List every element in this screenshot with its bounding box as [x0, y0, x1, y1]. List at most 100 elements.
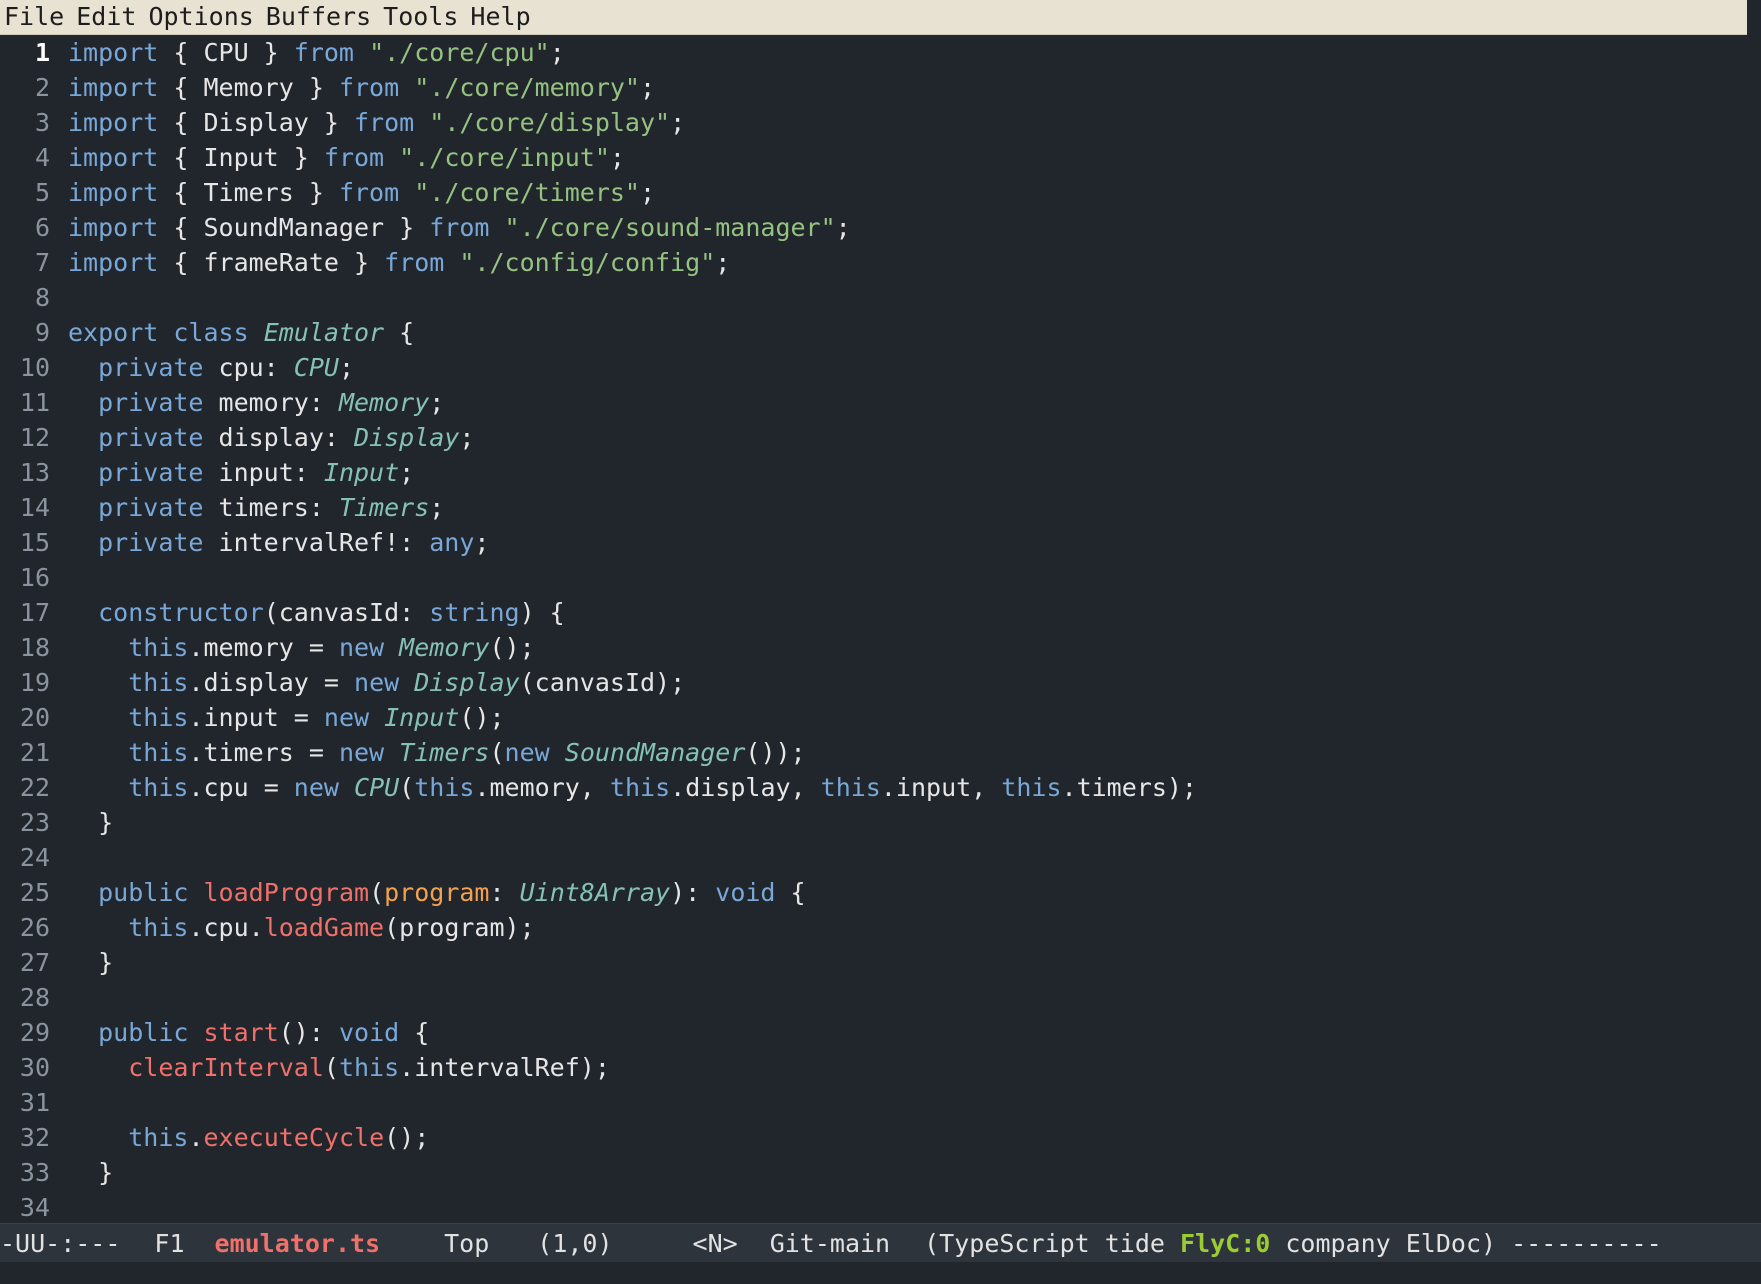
code-token: private	[98, 458, 204, 487]
code-text[interactable]	[50, 980, 68, 1015]
code-text[interactable]: this.cpu.loadGame(program);	[50, 910, 534, 945]
modeline-modes-close[interactable]: company ElDoc)	[1270, 1229, 1496, 1258]
modeline-modes-open[interactable]: (TypeScript tide	[924, 1229, 1180, 1258]
code-text[interactable]: import { frameRate } from "./config/conf…	[50, 245, 730, 280]
code-text[interactable]: this.executeCycle();	[50, 1120, 429, 1155]
code-line[interactable]: 34	[0, 1190, 1761, 1223]
code-line[interactable]: 14 private timers: Timers;	[0, 490, 1761, 525]
code-line[interactable]: 26 this.cpu.loadGame(program);	[0, 910, 1761, 945]
menu-item-help[interactable]: Help	[466, 0, 538, 34]
modeline-buffer-name[interactable]: emulator.ts	[215, 1229, 381, 1258]
code-line[interactable]: 18 this.memory = new Memory();	[0, 630, 1761, 665]
code-text[interactable]: import { Input } from "./core/input";	[50, 140, 625, 175]
menu-item-edit[interactable]: Edit	[72, 0, 144, 34]
code-line[interactable]: 17 constructor(canvasId: string) {	[0, 595, 1761, 630]
code-token: .memory,	[474, 773, 610, 802]
code-text[interactable]: private cpu: CPU;	[50, 350, 354, 385]
code-text[interactable]: constructor(canvasId: string) {	[50, 595, 565, 630]
code-line[interactable]: 29 public start(): void {	[0, 1015, 1761, 1050]
code-text[interactable]: private input: Input;	[50, 455, 414, 490]
menu-item-buffers[interactable]: Buffers	[262, 0, 379, 34]
code-token: "./config/config"	[459, 248, 716, 277]
line-number: 21	[19, 738, 50, 767]
code-text[interactable]: public start(): void {	[50, 1015, 429, 1050]
code-text[interactable]: import { Memory } from "./core/memory";	[50, 70, 655, 105]
code-line[interactable]: 11 private memory: Memory;	[0, 385, 1761, 420]
code-text[interactable]: import { CPU } from "./core/cpu";	[50, 35, 565, 70]
line-number: 5	[34, 178, 50, 207]
modeline-flycheck[interactable]: FlyC:0	[1180, 1229, 1270, 1258]
code-text[interactable]: private timers: Timers;	[50, 490, 444, 525]
menu-item-file[interactable]: File	[0, 0, 72, 34]
code-text[interactable]: }	[50, 945, 113, 980]
code-text[interactable]: import { SoundManager } from "./core/sou…	[50, 210, 851, 245]
code-line[interactable]: 7 import { frameRate } from "./config/con…	[0, 245, 1761, 280]
code-text[interactable]: private intervalRef!: any;	[50, 525, 489, 560]
code-token: void	[338, 1018, 400, 1047]
code-token: { SoundManager }	[158, 213, 430, 242]
echo-area[interactable]	[0, 1262, 1761, 1284]
code-token: (	[369, 878, 385, 907]
code-line[interactable]: 3 import { Display } from "./core/display…	[0, 105, 1761, 140]
code-token: .memory =	[188, 633, 339, 662]
modeline-vcs[interactable]: Git-main	[770, 1229, 890, 1258]
code-line[interactable]: 15 private intervalRef!: any;	[0, 525, 1761, 560]
code-text[interactable]: }	[50, 805, 113, 840]
code-line[interactable]: 33 }	[0, 1155, 1761, 1190]
line-number: 10	[19, 353, 50, 382]
code-line[interactable]: 1 import { CPU } from "./core/cpu";	[0, 35, 1761, 70]
code-text[interactable]	[50, 1190, 68, 1223]
code-text[interactable]: private memory: Memory;	[50, 385, 444, 420]
code-line[interactable]: 28	[0, 980, 1761, 1015]
code-line[interactable]: 9 export class Emulator {	[0, 315, 1761, 350]
code-text[interactable]: this.display = new Display(canvasId);	[50, 665, 685, 700]
code-line[interactable]: 12 private display: Display;	[0, 420, 1761, 455]
code-text[interactable]: private display: Display;	[50, 420, 474, 455]
code-text[interactable]	[50, 1085, 68, 1120]
code-text[interactable]	[50, 840, 68, 875]
code-text[interactable]: this.input = new Input();	[50, 700, 504, 735]
code-text[interactable]	[50, 280, 68, 315]
code-line[interactable]: 13 private input: Input;	[0, 455, 1761, 490]
code-line[interactable]: 20 this.input = new Input();	[0, 700, 1761, 735]
code-line[interactable]: 30 clearInterval(this.intervalRef);	[0, 1050, 1761, 1085]
menu-item-tools[interactable]: Tools	[379, 0, 466, 34]
code-line[interactable]: 31	[0, 1085, 1761, 1120]
code-text[interactable]: import { Display } from "./core/display"…	[50, 105, 685, 140]
code-text[interactable]: this.cpu = new CPU(this.memory, this.dis…	[50, 770, 1197, 805]
code-text[interactable]	[50, 560, 68, 595]
code-line[interactable]: 22 this.cpu = new CPU(this.memory, this.…	[0, 770, 1761, 805]
menu-item-options[interactable]: Options	[144, 0, 261, 34]
code-line[interactable]: 27 }	[0, 945, 1761, 980]
code-line[interactable]: 4 import { Input } from "./core/input";	[0, 140, 1761, 175]
code-line[interactable]: 8	[0, 280, 1761, 315]
code-text[interactable]: }	[50, 1155, 113, 1190]
code-text[interactable]: public loadProgram(program: Uint8Array):…	[50, 875, 805, 910]
code-line[interactable]: 24	[0, 840, 1761, 875]
code-text[interactable]: this.memory = new Memory();	[50, 630, 534, 665]
code-line[interactable]: 32 this.executeCycle();	[0, 1120, 1761, 1155]
code-line[interactable]: 23 }	[0, 805, 1761, 840]
code-line[interactable]: 16	[0, 560, 1761, 595]
code-token: from	[338, 73, 400, 102]
code-token: "./core/display"	[429, 108, 671, 137]
code-text[interactable]: export class Emulator {	[50, 315, 414, 350]
code-token: import	[68, 178, 159, 207]
code-line[interactable]: 19 this.display = new Display(canvasId);	[0, 665, 1761, 700]
code-token: ();	[384, 1123, 430, 1152]
code-line[interactable]: 2 import { Memory } from "./core/memory";	[0, 70, 1761, 105]
code-line[interactable]: 21 this.timers = new Timers(new SoundMan…	[0, 735, 1761, 770]
code-line[interactable]: 5 import { Timers } from "./core/timers";	[0, 175, 1761, 210]
code-text[interactable]: clearInterval(this.intervalRef);	[50, 1050, 610, 1085]
code-line[interactable]: 6 import { SoundManager } from "./core/so…	[0, 210, 1761, 245]
code-line[interactable]: 10 private cpu: CPU;	[0, 350, 1761, 385]
code-token: Input	[323, 458, 400, 487]
code-text[interactable]: import { Timers } from "./core/timers";	[50, 175, 655, 210]
editor-buffer[interactable]: 1 import { CPU } from "./core/cpu"; 2 impor…	[0, 35, 1761, 1223]
code-text[interactable]: this.timers = new Timers(new SoundManage…	[50, 735, 805, 770]
code-line[interactable]: 25 public loadProgram(program: Uint8Arra…	[0, 875, 1761, 910]
